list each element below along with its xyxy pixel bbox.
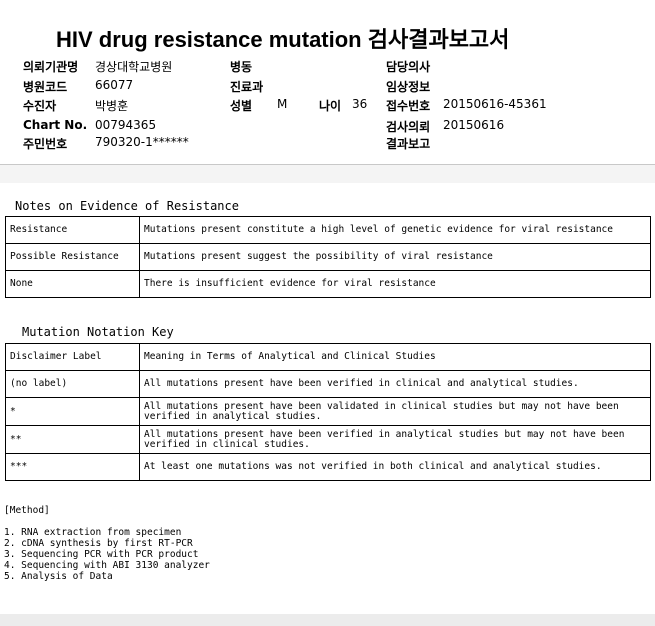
section-gap	[0, 165, 655, 183]
sex-label: 성별	[230, 99, 253, 113]
chart-no-label: Chart No.	[23, 118, 88, 132]
evidence-section-title: Notes on Evidence of Resistance	[15, 199, 239, 213]
method-step: 5. Analysis of Data	[4, 571, 113, 582]
accession-value: 20150616-45361	[443, 97, 547, 111]
table-row: Resistance Mutations present constitute …	[5, 216, 651, 244]
table-row: None There is insufficient evidence for …	[5, 270, 651, 298]
notation-text-cell: All mutations present have been verified…	[139, 370, 651, 398]
rrn-value: 790320-1******	[95, 135, 189, 149]
result-report-label: 결과보고	[386, 137, 431, 151]
request-label: 검사의뢰	[386, 120, 431, 134]
sex-value: M	[277, 97, 288, 111]
table-row: (no label) All mutations present have be…	[5, 370, 651, 398]
institution-value: 경상대학교병원	[95, 60, 173, 74]
method-step: 1. RNA extraction from specimen	[4, 527, 182, 538]
evidence-text-cell: Mutations present constitute a high leve…	[139, 216, 651, 244]
clinical-info-label: 임상정보	[386, 80, 431, 94]
method-title: [Method]	[4, 505, 50, 516]
table-row: Possible Resistance Mutations present su…	[5, 243, 651, 271]
hospital-code-value: 66077	[95, 78, 134, 92]
evidence-label-cell: Possible Resistance	[5, 243, 140, 271]
method-steps: 1. RNA extraction from specimen 2. cDNA …	[4, 527, 210, 582]
notation-label-cell: **	[5, 425, 140, 454]
accession-label: 접수번호	[386, 99, 431, 113]
notation-text-cell: At least one mutations was not verified …	[139, 453, 651, 481]
method-step: 3. Sequencing PCR with PCR product	[4, 549, 199, 560]
notation-header-text: Meaning in Terms of Analytical and Clini…	[139, 343, 651, 371]
notation-label-cell: (no label)	[5, 370, 140, 398]
patient-label: 수진자	[23, 99, 57, 113]
patient-value: 박병훈	[95, 99, 129, 113]
evidence-text-cell: There is insufficient evidence for viral…	[139, 270, 651, 298]
age-value: 36	[352, 97, 368, 111]
request-value: 20150616	[443, 118, 505, 132]
ward-label: 병동	[230, 60, 253, 74]
notation-label-cell: *	[5, 397, 140, 426]
method-step: 2. cDNA synthesis by first RT-PCR	[4, 538, 193, 549]
rrn-label: 주민번호	[23, 137, 68, 151]
chart-no-value: 00794365	[95, 118, 157, 132]
notation-text-cell: All mutations present have been verified…	[139, 425, 651, 454]
bottom-band	[0, 614, 655, 626]
age-label: 나이	[319, 99, 342, 113]
evidence-label-cell: None	[5, 270, 140, 298]
table-row: ** All mutations present have been verif…	[5, 425, 651, 454]
method-section: [Method] 1. RNA extraction from specimen…	[4, 505, 210, 582]
method-step: 4. Sequencing with ABI 3130 analyzer	[4, 560, 210, 571]
table-header-row: Disclaimer Label Meaning in Terms of Ana…	[5, 343, 651, 371]
evidence-label-cell: Resistance	[5, 216, 140, 244]
notation-table: Disclaimer Label Meaning in Terms of Ana…	[5, 343, 651, 481]
notation-text-cell: All mutations present have been validate…	[139, 397, 651, 426]
doctor-label: 담당의사	[386, 60, 431, 74]
report-title: HIV drug resistance mutation 검사결과보고서	[56, 27, 510, 52]
hospital-code-label: 병원코드	[23, 80, 68, 94]
table-row: * All mutations present have been valida…	[5, 397, 651, 426]
table-row: *** At least one mutations was not verif…	[5, 453, 651, 481]
institution-label: 의뢰기관명	[23, 60, 79, 74]
evidence-table: Resistance Mutations present constitute …	[5, 216, 651, 298]
notation-header-label: Disclaimer Label	[5, 343, 140, 371]
notation-label-cell: ***	[5, 453, 140, 481]
notation-section-title: Mutation Notation Key	[22, 325, 174, 339]
evidence-text-cell: Mutations present suggest the possibilit…	[139, 243, 651, 271]
report-header: HIV drug resistance mutation 검사결과보고서 의뢰기…	[0, 0, 655, 165]
department-label: 진료과	[230, 80, 264, 94]
